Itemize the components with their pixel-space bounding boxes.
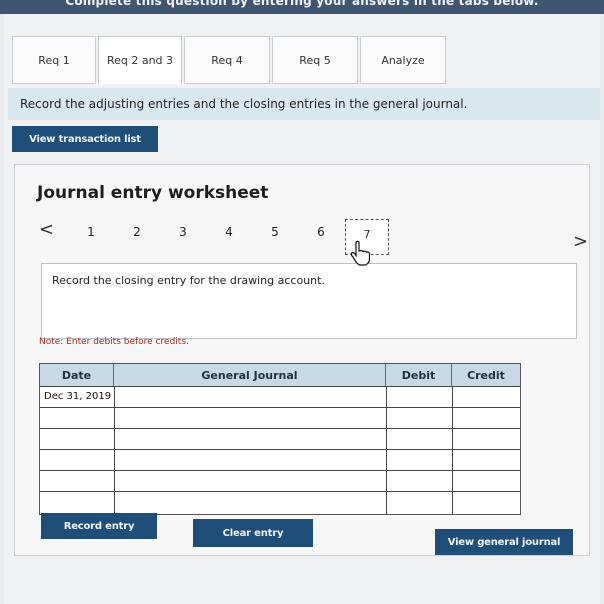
nav-page-3[interactable]: 3 [173,225,193,239]
nav-page-1[interactable]: 1 [81,225,101,239]
general-journal-table: Date General Journal Debit Credit Dec 31… [39,363,521,515]
hand-pointer-icon [350,240,370,266]
col-header-general-journal: General Journal [114,364,386,386]
chevron-right-icon[interactable]: > [573,231,588,252]
view-transaction-list-button[interactable]: View transaction list [12,126,158,152]
tab-req-4[interactable]: Req 4 [184,36,270,84]
tab-req-1[interactable]: Req 1 [12,36,96,84]
view-general-journal-button[interactable]: View general journal [435,529,573,555]
description-text: Record the closing entry for the drawing… [52,274,325,287]
entry-description: Record the closing entry for the drawing… [41,263,577,339]
chevron-left-icon[interactable]: < [39,219,54,240]
col-header-date: Date [40,364,114,386]
journal-entry-worksheet: Journal entry worksheet < 1 2 3 4 5 6 7 … [14,164,590,556]
nav-page-4[interactable]: 4 [219,225,239,239]
record-entry-button[interactable]: Record entry [41,513,157,539]
clear-entry-button[interactable]: Clear entry [193,519,313,547]
col-header-credit: Credit [452,364,520,386]
nav-page-2[interactable]: 2 [127,225,147,239]
note-text: Note: Enter debits before credits. [39,337,189,347]
tab-req-2-and-3[interactable]: Req 2 and 3 [98,36,182,84]
tab-req-5[interactable]: Req 5 [272,36,358,84]
row-1-date[interactable]: Dec 31, 2019 [44,391,111,402]
nav-page-5[interactable]: 5 [265,225,285,239]
instruction-bar: Record the adjusting entries and the clo… [8,88,600,120]
col-header-debit: Debit [386,364,452,386]
tab-analyze[interactable]: Analyze [360,36,446,84]
question-banner: Complete this question by entering your … [0,0,604,14]
nav-page-6[interactable]: 6 [311,225,331,239]
worksheet-title: Journal entry worksheet [37,183,269,203]
instruction-text: Record the adjusting entries and the clo… [20,97,468,111]
banner-text: Complete this question by entering your … [65,0,539,8]
